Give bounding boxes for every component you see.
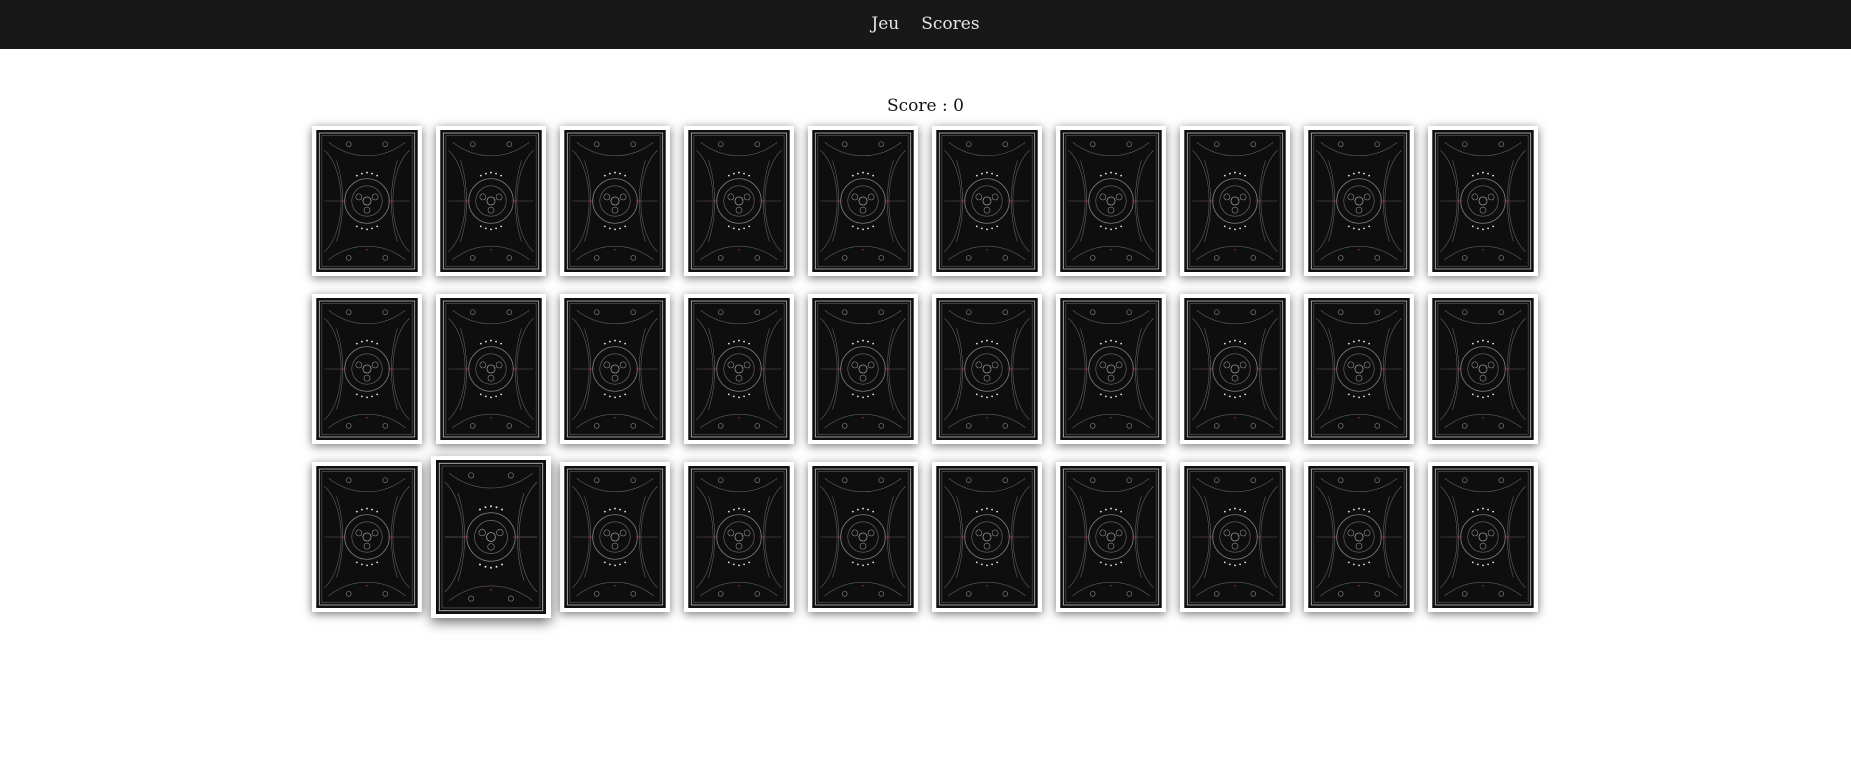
- memory-card[interactable]: [560, 126, 670, 276]
- card-back-pattern-icon: [316, 466, 418, 608]
- memory-card[interactable]: [1056, 126, 1166, 276]
- card-back-pattern-icon: [1184, 130, 1286, 272]
- memory-card[interactable]: [436, 126, 546, 276]
- memory-card[interactable]: [1428, 462, 1538, 612]
- memory-card[interactable]: [1304, 462, 1414, 612]
- memory-card[interactable]: [684, 294, 794, 444]
- card-back-pattern-icon: [688, 466, 790, 608]
- card-back-pattern-icon: [564, 466, 666, 608]
- memory-card[interactable]: [312, 294, 422, 444]
- card-back-pattern-icon: [1184, 466, 1286, 608]
- card-back-pattern-icon: [688, 298, 790, 440]
- card-back-pattern-icon: [936, 130, 1038, 272]
- card-back-pattern-icon: [440, 298, 542, 440]
- card-back-pattern-icon: [812, 130, 914, 272]
- card-back-pattern-icon: [812, 298, 914, 440]
- card-back-pattern-icon: [1060, 130, 1162, 272]
- memory-card[interactable]: [684, 462, 794, 612]
- memory-card[interactable]: [1180, 126, 1290, 276]
- memory-card[interactable]: [932, 462, 1042, 612]
- nav-link-scores[interactable]: Scores: [921, 14, 979, 34]
- card-back-pattern-icon: [316, 130, 418, 272]
- card-back-pattern-icon: [436, 460, 546, 614]
- card-back-pattern-icon: [1060, 466, 1162, 608]
- nav-link-jeu[interactable]: Jeu: [871, 14, 899, 34]
- card-back-pattern-icon: [564, 298, 666, 440]
- memory-card[interactable]: [560, 462, 670, 612]
- memory-card[interactable]: [431, 456, 551, 618]
- card-back-pattern-icon: [1432, 466, 1534, 608]
- card-back-pattern-icon: [936, 298, 1038, 440]
- card-back-pattern-icon: [688, 130, 790, 272]
- memory-card[interactable]: [1180, 294, 1290, 444]
- memory-card[interactable]: [932, 294, 1042, 444]
- memory-card[interactable]: [1056, 462, 1166, 612]
- card-back-pattern-icon: [316, 298, 418, 440]
- top-nav-bar: Jeu Scores: [0, 0, 1851, 49]
- card-back-pattern-icon: [812, 466, 914, 608]
- memory-card[interactable]: [932, 126, 1042, 276]
- memory-card[interactable]: [808, 126, 918, 276]
- card-back-pattern-icon: [564, 130, 666, 272]
- card-back-pattern-icon: [1308, 466, 1410, 608]
- memory-card[interactable]: [808, 462, 918, 612]
- memory-card[interactable]: [312, 462, 422, 612]
- card-back-pattern-icon: [1432, 298, 1534, 440]
- card-back-pattern-icon: [1432, 130, 1534, 272]
- card-back-pattern-icon: [936, 466, 1038, 608]
- memory-card[interactable]: [808, 294, 918, 444]
- card-back-pattern-icon: [1308, 298, 1410, 440]
- score-display: Score : 0: [887, 96, 964, 116]
- memory-card[interactable]: [560, 294, 670, 444]
- memory-card[interactable]: [1180, 462, 1290, 612]
- memory-card[interactable]: [312, 126, 422, 276]
- memory-card[interactable]: [1056, 294, 1166, 444]
- memory-card[interactable]: [684, 126, 794, 276]
- memory-card[interactable]: [1304, 126, 1414, 276]
- memory-card[interactable]: [1428, 294, 1538, 444]
- card-back-pattern-icon: [1308, 130, 1410, 272]
- nav-links: Jeu Scores: [871, 14, 979, 34]
- card-board: [312, 126, 1540, 618]
- memory-card[interactable]: [1428, 126, 1538, 276]
- card-back-pattern-icon: [1184, 298, 1286, 440]
- card-back-pattern-icon: [1060, 298, 1162, 440]
- card-back-pattern-icon: [440, 130, 542, 272]
- memory-card[interactable]: [436, 294, 546, 444]
- memory-card[interactable]: [1304, 294, 1414, 444]
